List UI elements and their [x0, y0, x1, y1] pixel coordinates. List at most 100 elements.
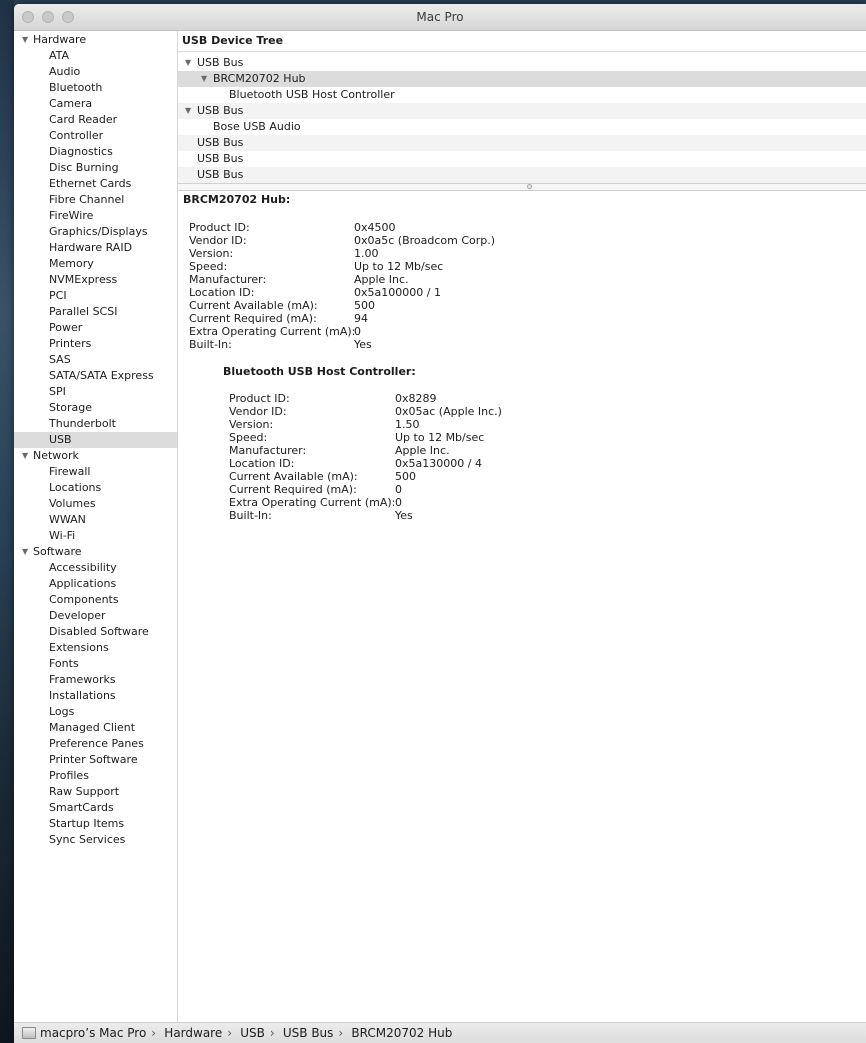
- sidebar-item[interactable]: Fibre Channel: [14, 192, 177, 208]
- sidebar-item[interactable]: Raw Support: [14, 784, 177, 800]
- path-separator-icon: ›: [151, 1026, 157, 1040]
- sidebar-item[interactable]: Applications: [14, 576, 177, 592]
- sidebar-item[interactable]: NVMExpress: [14, 272, 177, 288]
- property-key: Location ID:: [229, 457, 295, 470]
- sidebar-item[interactable]: WWAN: [14, 512, 177, 528]
- sidebar-item[interactable]: Hardware RAID: [14, 240, 177, 256]
- tree-row[interactable]: ▼ BRCM20702 Hub: [178, 71, 866, 87]
- sidebar-item[interactable]: Audio: [14, 64, 177, 80]
- property-value: 0x05ac (Apple Inc.): [395, 405, 502, 418]
- property-value: Up to 12 Mb/sec: [395, 431, 485, 444]
- sidebar-item[interactable]: Profiles: [14, 768, 177, 784]
- sidebar-item[interactable]: Managed Client: [14, 720, 177, 736]
- sidebar-item[interactable]: Thunderbolt: [14, 416, 177, 432]
- tree-row[interactable]: Bose USB Audio: [178, 119, 866, 135]
- sidebar-item[interactable]: Disabled Software: [14, 624, 177, 640]
- disclosure-triangle-icon[interactable]: ▼: [22, 448, 28, 464]
- property-key: Location ID:: [189, 286, 255, 299]
- sidebar-item[interactable]: PCI: [14, 288, 177, 304]
- sidebar-item[interactable]: ATA: [14, 48, 177, 64]
- path-crumb[interactable]: macpro’s Mac Pro: [40, 1023, 146, 1043]
- sidebar-item-label: SAS: [49, 353, 71, 366]
- tree-row[interactable]: ▼ USB Bus: [178, 55, 866, 71]
- system-information-window: Mac Pro ▼ Hardware ATA Audio Bluetooth Camera…: [14, 4, 866, 1043]
- sidebar-item[interactable]: Firewall: [14, 464, 177, 480]
- sidebar-item-label: Printer Software: [49, 753, 138, 766]
- sidebar-item[interactable]: Sync Services: [14, 832, 177, 848]
- sidebar-item-label: Developer: [49, 609, 106, 622]
- sidebar-group-software[interactable]: ▼ Software: [14, 544, 177, 560]
- tree-row[interactable]: Bluetooth USB Host Controller: [178, 87, 866, 103]
- property-row: Current Available (mA): 500: [229, 470, 629, 483]
- property-value: 1.00: [354, 247, 379, 260]
- path-crumb[interactable]: USB: [240, 1023, 265, 1043]
- sidebar-item[interactable]: Bluetooth: [14, 80, 177, 96]
- path-crumb[interactable]: USB Bus: [283, 1023, 334, 1043]
- disclosure-triangle-icon[interactable]: ▼: [185, 55, 191, 71]
- tree-row[interactable]: ▼ USB Bus: [178, 103, 866, 119]
- tree-row[interactable]: USB Bus: [178, 167, 866, 183]
- sidebar-item[interactable]: Diagnostics: [14, 144, 177, 160]
- property-value: 0x0a5c (Broadcom Corp.): [354, 234, 496, 247]
- sidebar-item[interactable]: Locations: [14, 480, 177, 496]
- sidebar-item[interactable]: Disc Burning: [14, 160, 177, 176]
- sidebar-item[interactable]: Power: [14, 320, 177, 336]
- sidebar-item[interactable]: Memory: [14, 256, 177, 272]
- property-key: Extra Operating Current (mA):: [189, 325, 356, 338]
- sidebar-item[interactable]: Card Reader: [14, 112, 177, 128]
- property-row: Version: 1.00: [189, 247, 589, 260]
- sidebar-item[interactable]: SAS: [14, 352, 177, 368]
- sidebar-item-label: Sync Services: [49, 833, 126, 846]
- sidebar-group-network[interactable]: ▼ Network: [14, 448, 177, 464]
- pane-splitter[interactable]: [178, 183, 866, 191]
- disclosure-triangle-icon[interactable]: ▼: [22, 544, 28, 560]
- sidebar-item[interactable]: SPI: [14, 384, 177, 400]
- property-row: Extra Operating Current (mA): 0: [189, 325, 589, 338]
- sidebar-item[interactable]: Graphics/Displays: [14, 224, 177, 240]
- sidebar-item[interactable]: FireWire: [14, 208, 177, 224]
- sidebar-item[interactable]: Accessibility: [14, 560, 177, 576]
- sidebar-item[interactable]: Ethernet Cards: [14, 176, 177, 192]
- property-value: Apple Inc.: [354, 273, 409, 286]
- property-row: Current Available (mA): 500: [189, 299, 589, 312]
- sidebar-item[interactable]: Logs: [14, 704, 177, 720]
- splitter-handle-icon[interactable]: [527, 184, 532, 189]
- sidebar-group-hardware[interactable]: ▼ Hardware: [14, 32, 177, 48]
- tree-row[interactable]: USB Bus: [178, 151, 866, 167]
- property-value: Yes: [395, 509, 413, 522]
- property-value: 0: [395, 496, 402, 509]
- path-crumb[interactable]: BRCM20702 Hub: [351, 1023, 452, 1043]
- property-row: Manufacturer: Apple Inc.: [189, 273, 589, 286]
- sidebar-item[interactable]: Fonts: [14, 656, 177, 672]
- property-row: Speed: Up to 12 Mb/sec: [229, 431, 629, 444]
- sidebar-item[interactable]: Controller: [14, 128, 177, 144]
- sidebar-item[interactable]: USB: [14, 432, 177, 448]
- sidebar-item[interactable]: Parallel SCSI: [14, 304, 177, 320]
- sidebar-item[interactable]: Preference Panes: [14, 736, 177, 752]
- sidebar-item-label: Preference Panes: [49, 737, 144, 750]
- sidebar-item[interactable]: SmartCards: [14, 800, 177, 816]
- sidebar-item-label: Wi-Fi: [49, 529, 76, 542]
- sidebar-item[interactable]: Camera: [14, 96, 177, 112]
- disclosure-triangle-icon[interactable]: ▼: [185, 103, 191, 119]
- sidebar-item-label: Graphics/Displays: [49, 225, 148, 238]
- sidebar-item[interactable]: Wi-Fi: [14, 528, 177, 544]
- sidebar-item[interactable]: Volumes: [14, 496, 177, 512]
- tree-row[interactable]: USB Bus: [178, 135, 866, 151]
- tree-row-label: USB Bus: [197, 152, 244, 165]
- sidebar-item-label: Applications: [49, 577, 117, 590]
- sidebar-item[interactable]: Components: [14, 592, 177, 608]
- sidebar-item[interactable]: Frameworks: [14, 672, 177, 688]
- sidebar-item[interactable]: Extensions: [14, 640, 177, 656]
- sidebar-item[interactable]: Storage: [14, 400, 177, 416]
- sidebar-item[interactable]: SATA/SATA Express: [14, 368, 177, 384]
- sidebar-item[interactable]: Installations: [14, 688, 177, 704]
- path-crumb[interactable]: Hardware: [164, 1023, 222, 1043]
- disclosure-triangle-icon[interactable]: ▼: [22, 32, 28, 48]
- sidebar-item[interactable]: Printers: [14, 336, 177, 352]
- sidebar-item[interactable]: Printer Software: [14, 752, 177, 768]
- disclosure-triangle-icon[interactable]: ▼: [201, 71, 207, 87]
- sidebar-item[interactable]: Developer: [14, 608, 177, 624]
- property-key: Speed:: [229, 431, 268, 444]
- sidebar-item[interactable]: Startup Items: [14, 816, 177, 832]
